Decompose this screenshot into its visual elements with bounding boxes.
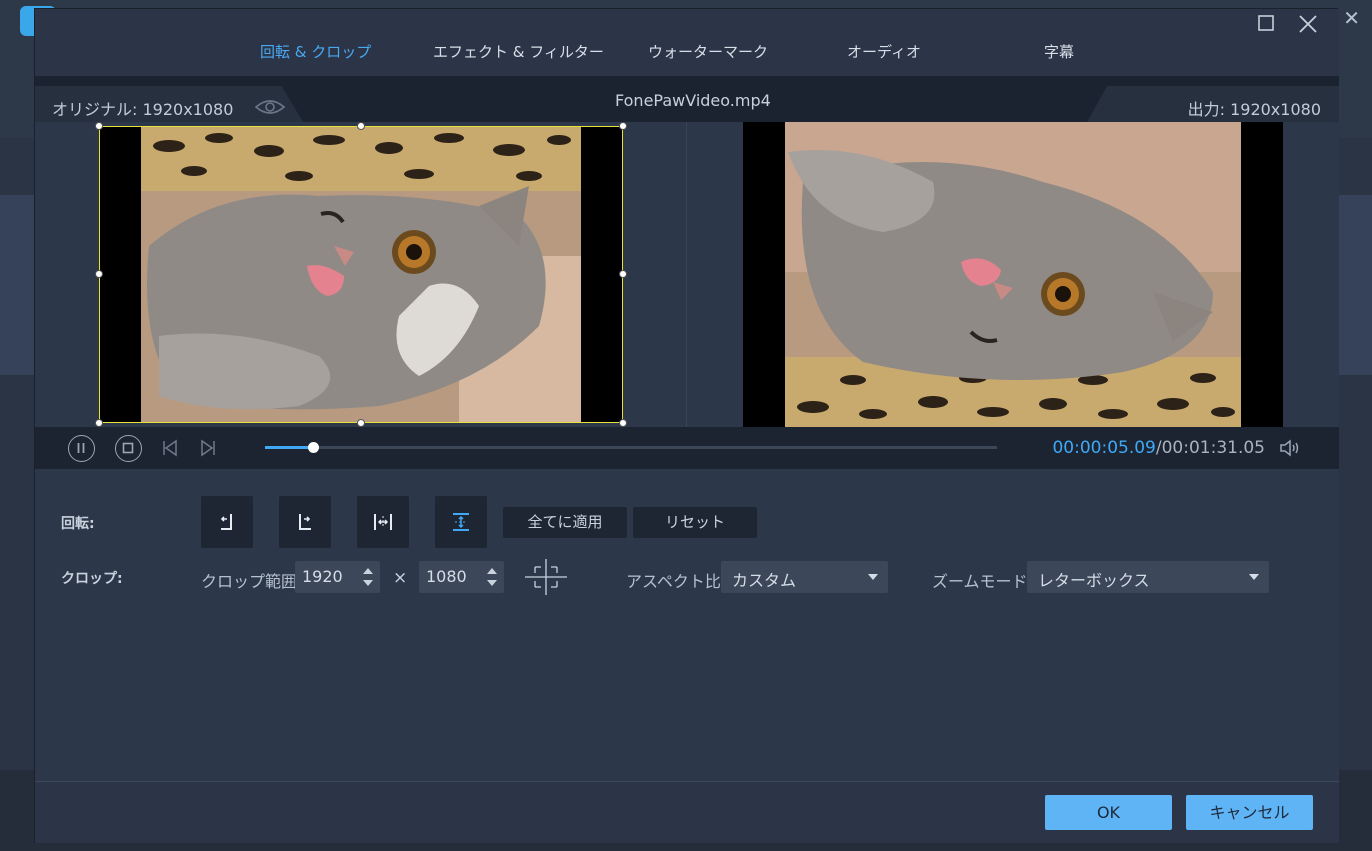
pause-icon [77,443,85,453]
edit-dialog: 回転 & クロップ エフェクト & フィルター ウォーターマーク オーディオ 字… [34,8,1339,843]
timeline-slider[interactable] [265,442,997,453]
previous-frame-icon[interactable] [161,439,179,457]
stepper-arrows-icon[interactable] [362,564,374,590]
flip-vertical-button[interactable] [435,496,487,548]
tab-bar: 回転 & クロップ エフェクト & フィルター ウォーターマーク オーディオ 字… [35,9,1339,76]
eye-icon[interactable] [255,98,285,116]
aspect-ratio-label: アスペクト比: [626,572,727,591]
output-resolution: 出力: 1920x1080 [1187,100,1321,119]
flip-horizontal-icon [374,514,392,530]
apply-all-button[interactable]: 全てに適用 [503,507,627,538]
stop-icon [122,442,134,454]
crop-handle-top-right[interactable] [619,122,627,130]
zoom-mode-label: ズームモード: [932,572,1033,591]
volume-icon[interactable] [1279,438,1303,458]
reset-button[interactable]: リセット [633,507,757,538]
flip-vertical-icon [453,513,469,531]
maximize-icon[interactable] [1257,14,1275,37]
stepper-arrows-icon[interactable] [486,564,498,590]
zoom-mode-select[interactable]: レターボックス [1027,561,1269,593]
original-resolution: オリジナル: 1920x1080 [52,100,234,119]
flip-horizontal-button[interactable] [357,496,409,548]
crop-label: クロップ: [61,571,123,587]
pause-button[interactable] [68,435,95,462]
rotation-label: 回転: [61,516,95,532]
output-video-frame [743,122,1283,427]
tab-watermark[interactable]: ウォーターマーク [648,41,768,62]
app-close-icon[interactable]: ✕ [1343,6,1360,30]
tab-rotate-crop[interactable]: 回転 & クロップ [260,41,371,62]
crop-width-stepper[interactable]: 1920 [295,561,380,593]
stop-button[interactable] [115,435,142,462]
crop-width-value: 1920 [302,567,343,586]
times-sign: × [393,568,408,588]
crop-handle-bottom[interactable] [357,419,365,427]
crop-handle-left[interactable] [95,270,103,278]
crop-handle-bottom-left[interactable] [95,419,103,427]
file-name: FonePawVideo.mp4 [615,91,771,110]
cancel-button[interactable]: キャンセル [1186,795,1313,830]
crop-height-value: 1080 [426,567,467,586]
center-crop-icon[interactable] [523,557,569,597]
preview-area: オリジナル: 1920x1080 FonePawVideo.mp4 出力: 19… [35,76,1339,469]
crop-handle-right[interactable] [619,270,627,278]
zoom-mode-value: レターボックス [1038,571,1150,590]
close-icon[interactable] [1298,14,1318,39]
rotate-left-button[interactable] [201,496,253,548]
rotate-right-button[interactable] [279,496,331,548]
preview-header: オリジナル: 1920x1080 FonePawVideo.mp4 出力: 19… [35,76,1339,122]
rotate-right-icon [299,514,311,530]
crop-handle-top-left[interactable] [95,122,103,130]
aspect-ratio-value: カスタム [732,571,797,590]
tab-audio[interactable]: オーディオ [847,41,921,62]
current-time: 00:00:05.09 [1052,438,1156,458]
time-display: 00:00:05.09/00:01:31.05 [1052,438,1265,458]
output-preview-pane [687,122,1339,427]
player-controls: 00:00:05.09/00:01:31.05 [35,427,1339,469]
rotate-left-icon [220,514,232,530]
crop-selection-box[interactable] [99,126,623,423]
crop-handle-bottom-right[interactable] [619,419,627,427]
aspect-ratio-select[interactable]: カスタム [721,561,888,593]
tab-subtitles[interactable]: 字幕 [1044,41,1074,62]
chevron-down-icon [1249,574,1259,580]
timeline-progress [265,446,313,449]
crop-range-label: クロップ範囲: [201,572,303,591]
chevron-down-icon [868,574,878,580]
crop-handle-top[interactable] [357,122,365,130]
ok-button[interactable]: OK [1045,795,1172,830]
crop-height-stepper[interactable]: 1080 [419,561,504,593]
cat-image-output [743,122,1283,427]
next-frame-icon[interactable] [199,439,217,457]
tab-effects-filters[interactable]: エフェクト & フィルター [433,41,604,62]
original-preview-pane [35,122,686,427]
total-time: /00:01:31.05 [1155,438,1265,458]
settings-panel: 回転: 全てに適用 リセット クロップ: クロップ範囲: 1920 × 1080… [35,469,1339,781]
dialog-footer: OK キャンセル [35,781,1339,843]
timeline-knob[interactable] [307,442,319,453]
